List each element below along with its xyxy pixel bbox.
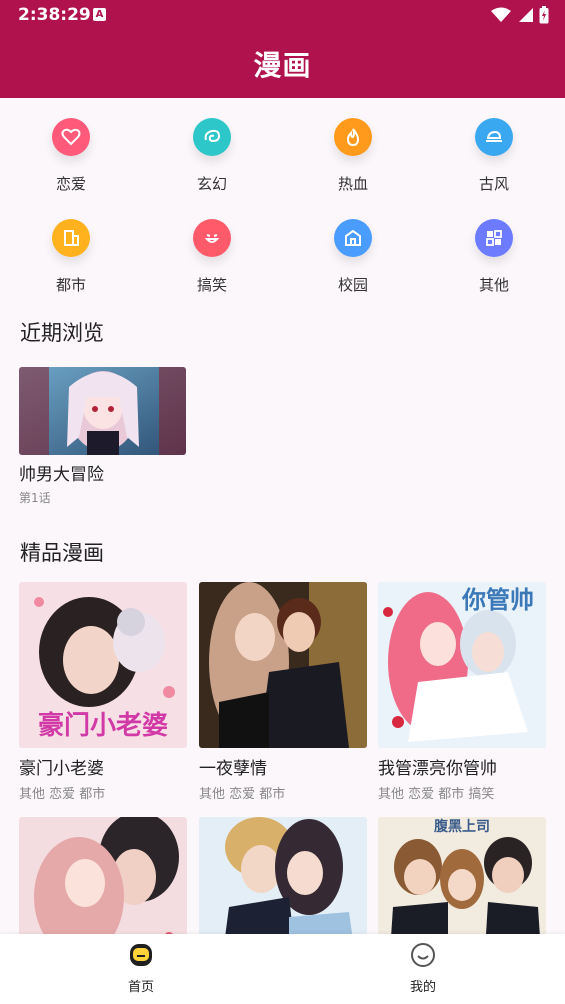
category-other[interactable]: 其他 (449, 209, 539, 295)
comic-tags: 其他 恋爱 都市 (199, 787, 286, 802)
comic-tags: 其他 恋爱 都市 搞笑 (378, 787, 495, 802)
category-ancient[interactable]: 古风 (449, 108, 539, 194)
school-icon (334, 219, 372, 257)
comic-cover[interactable]: 豪门小老婆 (19, 582, 187, 748)
app-header: 漫画 (0, 30, 565, 98)
nav-mine[interactable]: 我的 (383, 942, 463, 995)
nav-home[interactable]: 首页 (101, 942, 181, 995)
category-action[interactable]: 热血 (308, 108, 398, 194)
swirl-icon (193, 118, 231, 156)
category-comedy[interactable]: 搞笑 (167, 209, 257, 295)
category-urban[interactable]: 都市 (26, 209, 116, 295)
recent-thumbnail[interactable] (19, 367, 186, 455)
heart-icon (52, 118, 90, 156)
comic-card[interactable]: 一夜孽情 其他 恋爱 都市 (199, 582, 367, 802)
comic-card[interactable]: 你管帅 我管漂亮你管帅 其他 恋爱 都市 搞笑 (378, 582, 546, 802)
category-label: 都市 (55, 276, 86, 294)
bottom-navigation: 首页 我的 (0, 934, 565, 1004)
comic-name: 一夜孽情 (199, 759, 267, 779)
comic-name: 豪门小老婆 (19, 759, 104, 779)
notification-a-icon: A (93, 8, 106, 21)
comic-cover[interactable]: 你管帅 (378, 582, 546, 748)
comic-tags: 其他 恋爱 都市 (19, 787, 106, 802)
laugh-icon (193, 219, 231, 257)
category-label: 其他 (478, 276, 509, 294)
cover-title-text: 豪门小老婆 (38, 710, 168, 741)
cloud-icon (475, 118, 513, 156)
building-icon (52, 219, 90, 257)
cover-title-text: 你管帅 (461, 586, 534, 614)
featured-section-title: 精品漫画 (20, 541, 104, 565)
recent-section-title: 近期浏览 (20, 321, 104, 345)
nav-home-label: 首页 (127, 980, 154, 995)
category-label: 搞笑 (196, 276, 227, 294)
recent-item[interactable]: 帅男大冒险 第1话 (19, 367, 186, 506)
recent-item-name: 帅男大冒险 (19, 465, 104, 485)
wifi-icon (491, 7, 511, 22)
flame-icon (334, 118, 372, 156)
category-school[interactable]: 校园 (308, 209, 398, 295)
recent-item-chapter: 第1话 (19, 491, 51, 505)
category-label: 古风 (478, 175, 509, 193)
signal-icon (519, 8, 533, 22)
system-icons (491, 5, 549, 25)
page-title: 漫画 (253, 49, 312, 82)
category-label: 热血 (337, 175, 368, 193)
category-grid: 恋爱 玄幻 热血 古风 都市 搞笑 校园 其他 (0, 108, 565, 308)
category-romance[interactable]: 恋爱 (26, 108, 116, 194)
comic-name: 我管漂亮你管帅 (378, 759, 497, 779)
smile-icon (411, 943, 435, 967)
status-bar: 2:38:29 A (0, 0, 565, 30)
comic-card[interactable]: 豪门小老婆 豪门小老婆 其他 恋爱 都市 (19, 582, 187, 802)
category-label: 玄幻 (196, 175, 227, 193)
nav-mine-label: 我的 (409, 980, 436, 995)
status-time: 2:38:29 (18, 5, 91, 25)
grid-icon (475, 219, 513, 257)
category-label: 恋爱 (55, 175, 86, 193)
cover-title-text: 腹黑上司 (434, 818, 490, 835)
comic-cover[interactable] (199, 582, 367, 748)
category-fantasy[interactable]: 玄幻 (167, 108, 257, 194)
home-face-icon (130, 944, 152, 966)
battery-icon (539, 6, 549, 24)
category-label: 校园 (337, 276, 368, 294)
